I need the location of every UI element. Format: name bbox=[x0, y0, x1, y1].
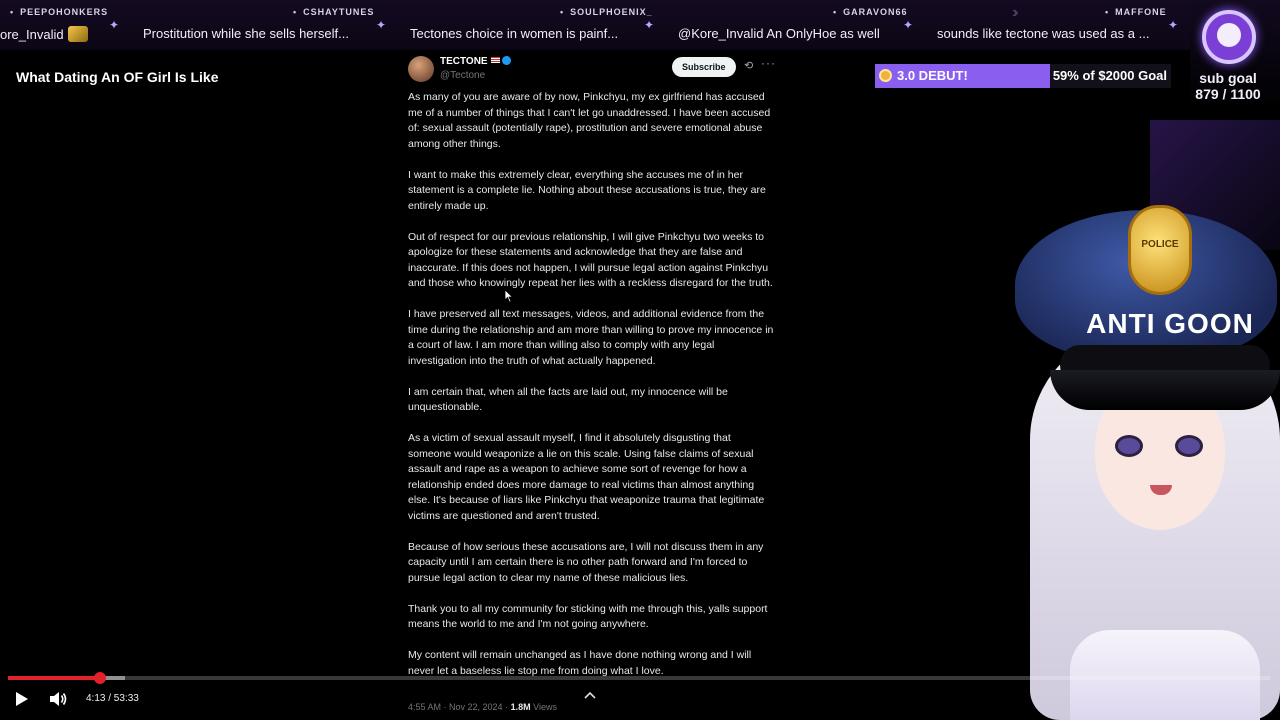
ticker-username: PEEPOHONKERS bbox=[10, 7, 108, 17]
tweet-display-name[interactable]: TECTONE bbox=[440, 56, 511, 67]
progress-scrubber-handle[interactable] bbox=[94, 672, 107, 684]
volume-button[interactable] bbox=[48, 690, 68, 708]
tweet-paragraph: As a victim of sexual assault myself, I … bbox=[408, 432, 765, 522]
tweet-handle[interactable]: @Tectone bbox=[440, 70, 485, 81]
chat-ticker: PEEPOHONKERS ore_Invalid ✦ CSHAYTUNES Pr… bbox=[0, 0, 1190, 50]
timecode: 4:13 / 53:33 bbox=[86, 693, 139, 704]
star-icon: ✦ bbox=[376, 18, 387, 32]
tweet-timestamp[interactable]: 4:55 AM · Nov 22, 2024 · bbox=[408, 702, 508, 712]
star-icon: ✦ bbox=[1168, 18, 1179, 32]
paw-icon bbox=[1217, 23, 1241, 47]
verified-icon bbox=[501, 56, 511, 65]
donation-label: 3.0 DEBUT! bbox=[897, 68, 968, 83]
sub-goal-ring bbox=[1202, 10, 1256, 64]
tweet-paragraph: I am certain that, when all the facts ar… bbox=[408, 385, 728, 414]
more-options-icon[interactable]: ··· bbox=[761, 56, 776, 70]
video-progress-bar[interactable] bbox=[8, 672, 1270, 684]
ticker-username: CSHAYTUNES bbox=[293, 7, 374, 17]
star-icon: ✦ bbox=[109, 18, 120, 32]
avatar-dress bbox=[1070, 630, 1260, 720]
ticker-message: Tectones choice in women is painf... bbox=[410, 26, 619, 41]
emote-icon bbox=[67, 26, 88, 42]
ticker-message: ore_Invalid bbox=[0, 26, 88, 42]
police-cap-visor bbox=[1050, 370, 1280, 410]
video-title[interactable]: What Dating An OF Girl Is Like bbox=[16, 69, 219, 85]
donation-progress-text: 59% of $2000 Goal bbox=[1052, 68, 1167, 83]
avatar[interactable] bbox=[408, 56, 434, 82]
progress-played bbox=[8, 676, 101, 680]
play-button[interactable] bbox=[14, 690, 30, 708]
sub-goal-label: sub goal bbox=[1199, 70, 1257, 86]
star-icon: ✦ bbox=[903, 18, 914, 32]
ticker-message: sounds like tectone was used as a ... bbox=[937, 26, 1150, 41]
ticker-message: @Kore_Invalid An OnlyHoe as well bbox=[678, 26, 880, 41]
donation-badge-icon bbox=[879, 69, 892, 82]
cap-text: ANTI GOON bbox=[1086, 308, 1254, 339]
avatar-mouth bbox=[1150, 485, 1172, 495]
grok-icon[interactable]: ⟲ bbox=[744, 59, 753, 72]
tweet-meta: 4:55 AM · Nov 22, 2024 · 1.8M Views bbox=[408, 702, 557, 712]
vtuber-avatar: POLICE ANTI GOON bbox=[1010, 110, 1280, 720]
display-name-text: TECTONE bbox=[440, 56, 488, 67]
tweet-paragraph: I want to make this extremely clear, eve… bbox=[408, 168, 766, 212]
tweet-paragraph: Out of respect for our previous relation… bbox=[408, 230, 773, 290]
tweet-views-count: 1.8M bbox=[510, 702, 531, 712]
tweet-card: TECTONE @Tectone Subscribe ⟲ ··· As many… bbox=[400, 50, 780, 720]
play-icon bbox=[16, 692, 28, 706]
sub-goal-widget: sub goal 879 / 1100 bbox=[1190, 0, 1280, 110]
ticker-message: Prostitution while she sells herself... bbox=[143, 26, 349, 41]
chevron-up-icon[interactable] bbox=[583, 690, 597, 700]
donation-goal-bar: 3.0 DEBUT! 59% of $2000 Goal bbox=[875, 64, 1171, 88]
ticker-message-text: ore_Invalid bbox=[0, 27, 64, 42]
tweet-paragraph: Because of how serious these accusations… bbox=[408, 540, 764, 584]
police-badge-icon: POLICE bbox=[1128, 205, 1192, 295]
tweet-paragraph: My content will remain unchanged as I ha… bbox=[408, 649, 752, 677]
badge-text: POLICE bbox=[1141, 239, 1179, 250]
chevrons-decoration-icon: ›› bbox=[1012, 4, 1018, 21]
mouse-cursor-icon bbox=[504, 289, 514, 303]
ticker-username: MAFFONE bbox=[1105, 7, 1167, 17]
avatar-eye bbox=[1175, 435, 1203, 457]
tweet-paragraph: I have preserved all text messages, vide… bbox=[408, 308, 774, 367]
subscribe-button[interactable]: Subscribe bbox=[672, 57, 736, 77]
tweet-views-label: Views bbox=[533, 702, 557, 712]
volume-icon bbox=[50, 692, 67, 706]
flag-icon bbox=[490, 57, 500, 63]
sub-goal-count: 879 / 1100 bbox=[1195, 86, 1261, 102]
tweet-header: TECTONE @Tectone Subscribe ⟲ ··· bbox=[408, 53, 778, 83]
avatar-eye bbox=[1115, 435, 1143, 457]
ticker-username: GARAVON66 bbox=[833, 7, 908, 17]
star-icon: ✦ bbox=[644, 18, 655, 32]
tweet-body: As many of you are aware of by now, Pink… bbox=[408, 90, 774, 695]
tweet-paragraph: Thank you to all my community for sticki… bbox=[408, 602, 768, 631]
tweet-paragraph: As many of you are aware of by now, Pink… bbox=[408, 91, 771, 150]
ticker-username: SOULPHOENIX_ bbox=[560, 7, 653, 17]
